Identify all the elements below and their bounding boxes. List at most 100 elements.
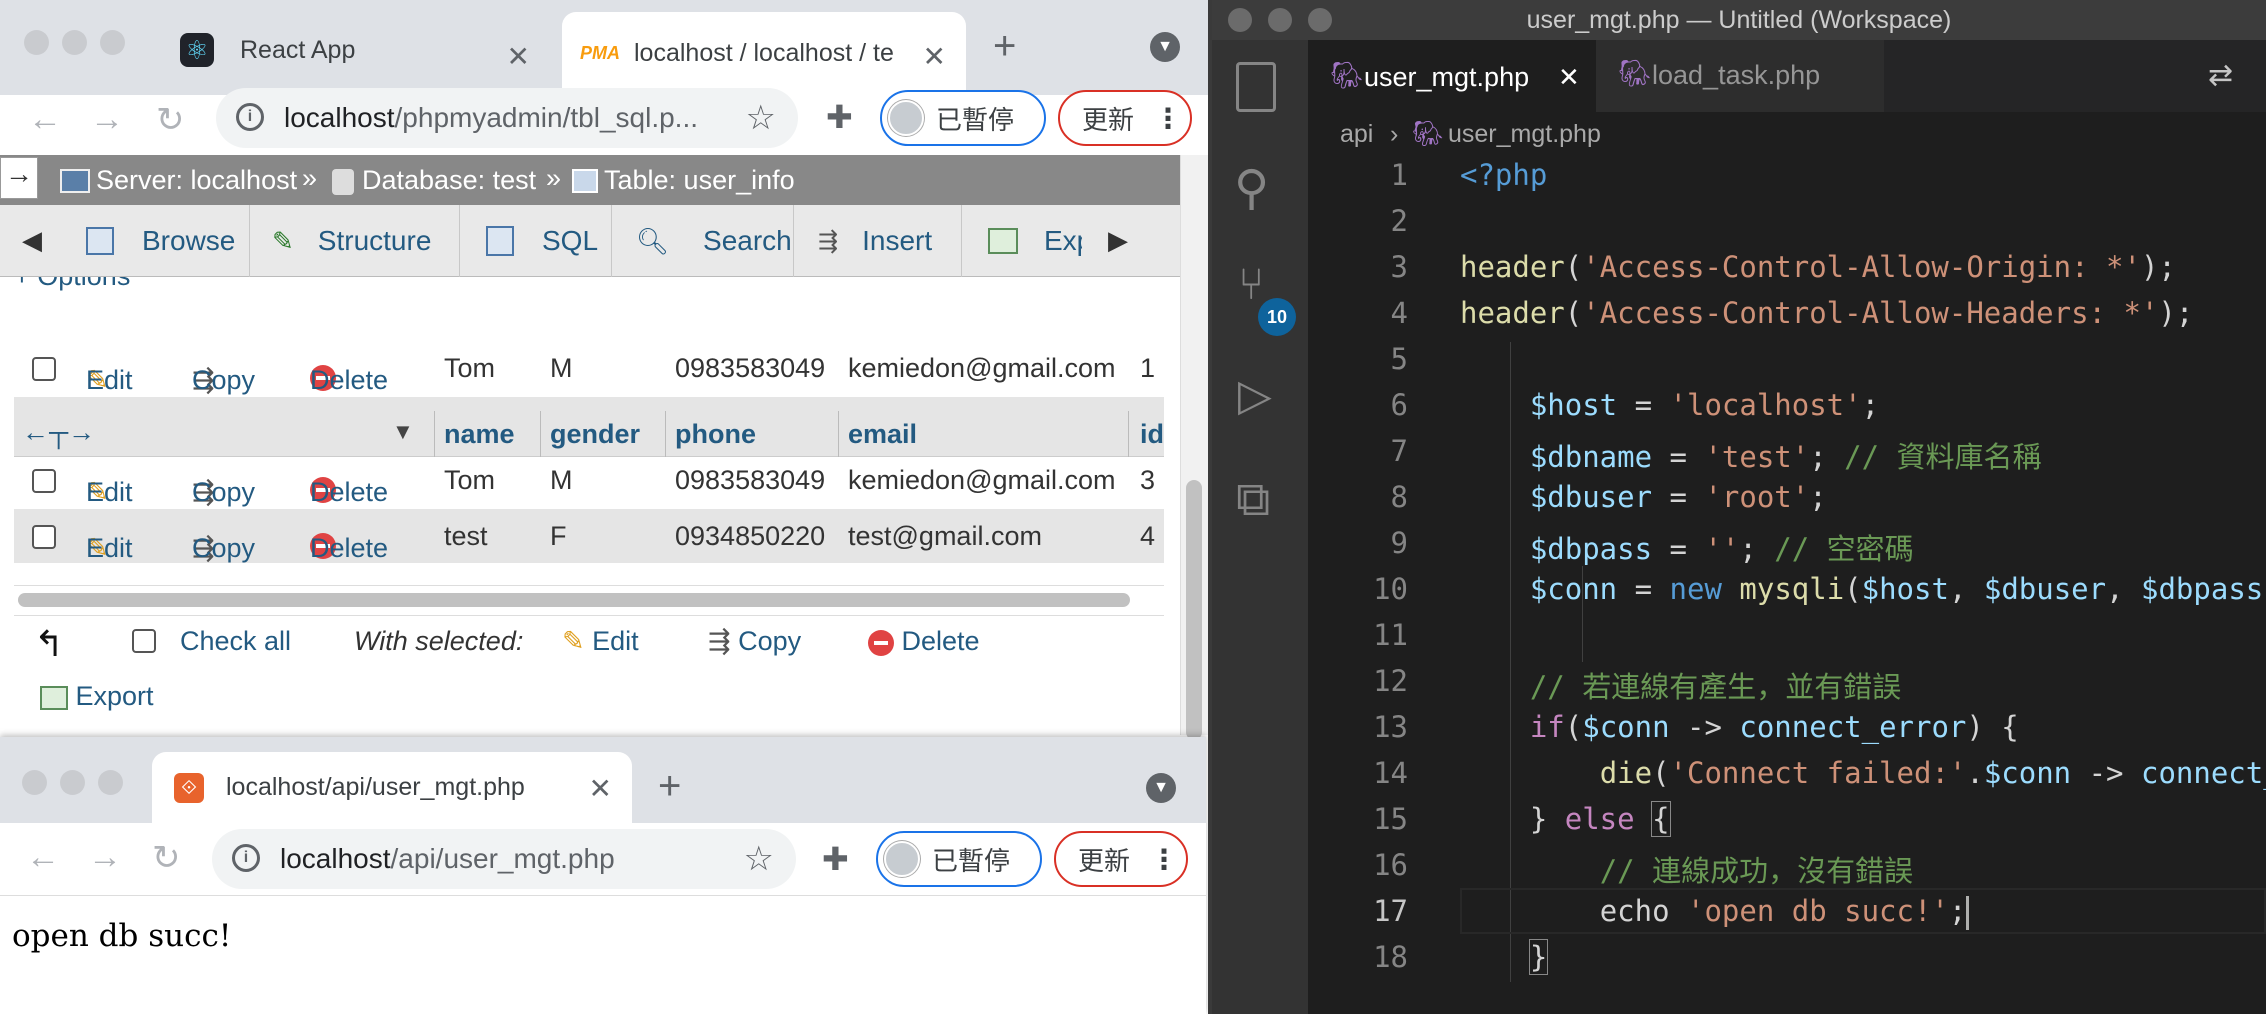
tab-sql[interactable]: SQL <box>460 205 612 277</box>
export-link[interactable]: Export <box>40 681 154 712</box>
column-arrows-icon[interactable]: ←┬→ <box>22 417 95 448</box>
breadcrumb-server[interactable]: Server: localhost <box>96 165 297 196</box>
paused-label: 已暫停 <box>936 104 1015 135</box>
table-icon <box>572 169 598 193</box>
update-button[interactable]: 更新 ⋮ <box>1054 831 1188 887</box>
address-bar[interactable]: i localhost/api/user_mgt.php ☆ <box>212 829 796 889</box>
tab-export[interactable]: Exp <box>962 205 1082 277</box>
activity-bar: ⚲ ⑂ 10 ▷ ⧉ <box>1212 40 1308 1014</box>
tab-insert[interactable]: ⇶ Insert <box>794 205 962 277</box>
new-tab-button[interactable]: + <box>658 764 681 809</box>
bookmark-star-icon[interactable]: ☆ <box>746 98 776 138</box>
breadcrumb-table[interactable]: Table: user_info <box>604 165 795 196</box>
line-number: 15 <box>1373 802 1408 836</box>
check-all-label[interactable]: Check all <box>180 626 291 657</box>
tabs-scroll-left-icon[interactable]: ◀ <box>22 225 42 256</box>
tab-user-mgt-php[interactable]: 🐘︎ user_mgt.php ✕ <box>1308 40 1596 112</box>
tab-search-icon[interactable]: ▼ <box>1146 773 1176 803</box>
minimize-dot[interactable] <box>60 770 85 795</box>
column-email[interactable]: email <box>848 419 917 450</box>
address-bar[interactable]: i localhost/phpmyadmin/tbl_sql.p... ☆ <box>216 88 798 148</box>
chevron-right-icon: › <box>1390 120 1399 148</box>
breadcrumb-database[interactable]: Database: test <box>362 165 536 196</box>
new-tab-button[interactable]: + <box>993 24 1016 69</box>
horizontal-scrollbar[interactable] <box>18 593 1130 607</box>
extensions-icon[interactable]: ✚ <box>826 98 853 136</box>
tab-browse[interactable]: Browse <box>70 205 250 277</box>
more-icon[interactable]: ⋮ <box>1150 843 1178 876</box>
bulk-delete-link[interactable]: Delete <box>868 626 980 657</box>
zoom-dot[interactable] <box>100 30 125 55</box>
more-icon[interactable]: ⋮ <box>1154 102 1182 135</box>
forward-icon[interactable]: → <box>90 100 124 139</box>
options-link[interactable]: + Options <box>14 277 130 292</box>
cell-phone: 0934850220 <box>675 521 826 551</box>
close-dot[interactable] <box>24 30 49 55</box>
compare-changes-icon[interactable]: ⇄ <box>2208 58 2233 93</box>
bulk-edit-link[interactable]: ✎ Edit <box>562 626 639 657</box>
code-editor[interactable]: <?php header('Access-Control-Allow-Origi… <box>1460 154 2266 1014</box>
source-control-icon[interactable]: ⑂ <box>1238 260 1264 310</box>
profile-paused-button[interactable]: 已暫停 <box>876 831 1042 887</box>
update-button[interactable]: 更新 ⋮ <box>1058 90 1192 146</box>
close-icon[interactable]: ✕ <box>1558 62 1580 93</box>
row-checkbox[interactable] <box>32 469 56 493</box>
check-all-checkbox[interactable] <box>132 629 156 653</box>
back-icon[interactable]: ← <box>26 838 60 877</box>
code-line-7: $dbname = 'test'; // 資料庫名稱 <box>1529 440 2042 474</box>
copy-label: Copy <box>192 365 256 395</box>
close-icon[interactable]: ✕ <box>507 40 530 73</box>
breadcrumb-folder[interactable]: api <box>1340 120 1373 149</box>
collapse-arrow-icon[interactable]: → <box>0 157 38 199</box>
breadcrumb-file[interactable]: user_mgt.php <box>1448 120 1601 149</box>
zoom-dot[interactable] <box>98 770 123 795</box>
bulk-copy-link[interactable]: ⇶ Copy <box>708 626 801 657</box>
tab-load-task-php[interactable]: 🐘︎ load_task.php <box>1596 40 1884 112</box>
sql-icon <box>486 226 514 256</box>
search-icon[interactable]: ⚲ <box>1234 160 1269 216</box>
extensions-icon[interactable]: ✚ <box>822 840 849 878</box>
extensions-icon[interactable]: ⧉ <box>1236 472 1270 528</box>
reload-icon[interactable]: ↻ <box>152 838 181 878</box>
run-debug-icon[interactable]: ▷ <box>1238 370 1272 421</box>
column-phone[interactable]: phone <box>675 419 756 450</box>
tabs-scroll-right-icon[interactable]: ▶ <box>1108 225 1128 256</box>
cell-gender: M <box>550 465 573 495</box>
cell-id: 3 <box>1140 465 1156 495</box>
explorer-icon[interactable] <box>1236 62 1276 112</box>
column-name[interactable]: name <box>444 419 515 450</box>
sort-dropdown-icon[interactable]: ▼ <box>392 419 414 445</box>
line-number: 1 <box>1390 158 1408 192</box>
update-label: 更新 <box>1082 104 1135 135</box>
tab-phpmyadmin[interactable]: PMA localhost / localhost / te ✕ <box>562 12 966 95</box>
tab-react-app[interactable]: ⚛ React App ✕ <box>160 18 550 82</box>
column-gender[interactable]: gender <box>550 419 640 450</box>
code-line-6: $host = 'localhost'; <box>1529 388 1880 422</box>
pma-results-area: + Options ✎ Edit ⇶ Copy Delete Tom M 098… <box>0 277 1180 737</box>
pencil-icon: ✎ <box>562 626 585 656</box>
tab-structure[interactable]: ✎ Structure <box>250 205 460 277</box>
close-dot[interactable] <box>22 770 47 795</box>
code-line-16: // 連線成功，沒有錯誤 <box>1599 854 1914 888</box>
row-checkbox[interactable] <box>32 357 56 381</box>
minimize-dot[interactable] <box>62 30 87 55</box>
row-checkbox[interactable] <box>32 525 56 549</box>
vertical-scrollbar-thumb[interactable] <box>1186 480 1202 740</box>
reload-icon[interactable]: ↻ <box>156 100 185 140</box>
close-icon[interactable]: ✕ <box>923 40 946 73</box>
back-icon[interactable]: ← <box>28 100 62 139</box>
tab-title: load_task.php <box>1652 60 1821 90</box>
table-header: ←┬→ ▼ name gender phone email id <box>14 411 1164 457</box>
column-id[interactable]: id <box>1140 419 1164 450</box>
tab-search-icon[interactable]: ▼ <box>1150 32 1180 62</box>
page-output-text: open db succ! <box>12 918 232 954</box>
table-row: ✎ Edit ⇶ Copy Delete Tom M 0983583049 ke… <box>14 453 1164 507</box>
profile-paused-button[interactable]: 已暫停 <box>880 90 1046 146</box>
bookmark-star-icon[interactable]: ☆ <box>744 839 774 879</box>
url-host: localhost <box>280 843 391 874</box>
forward-icon[interactable]: → <box>88 838 122 877</box>
tab-user-mgt[interactable]: ⟐ localhost/api/user_mgt.php ✕ <box>152 752 632 823</box>
close-icon[interactable]: ✕ <box>589 772 612 805</box>
tab-search[interactable]: 🔍︎ Search <box>612 205 794 277</box>
php-file-icon: 🐘︎ <box>1412 120 1444 148</box>
